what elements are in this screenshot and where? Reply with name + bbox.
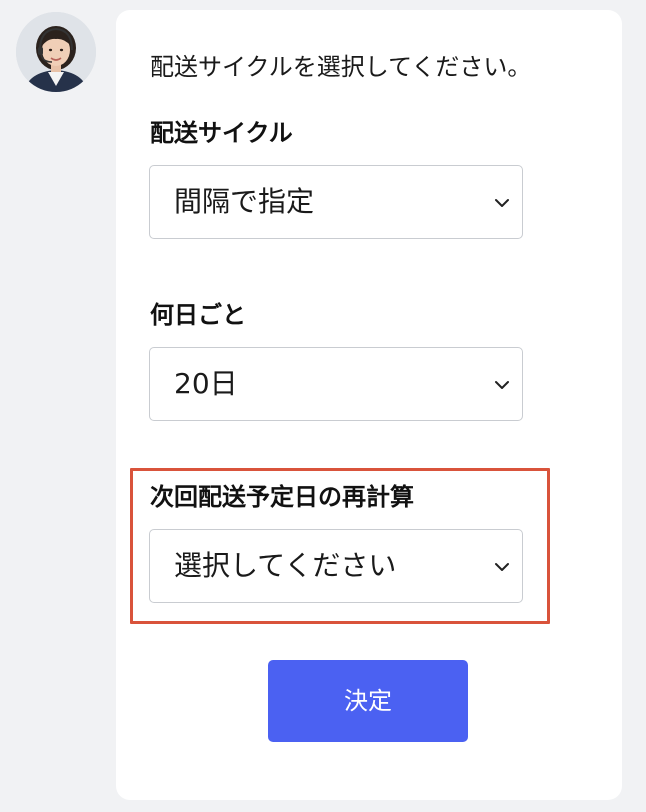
chevron-down-icon — [492, 557, 512, 577]
operator-avatar — [16, 12, 96, 92]
interval-label: 何日ごと — [150, 301, 246, 329]
cycle-select-value: 間隔で指定 — [174, 185, 315, 218]
operator-avatar-image — [16, 12, 96, 92]
chevron-down-icon — [492, 375, 512, 395]
interval-select-value: 20日 — [174, 367, 238, 400]
recalc-select-value: 選択してください — [174, 549, 397, 582]
chevron-down-icon — [492, 193, 512, 213]
chat-page: 配送サイクルを選択してください。 配送サイクル 間隔で指定 何日ごと 20日 次… — [0, 0, 646, 812]
cycle-select[interactable]: 間隔で指定 — [149, 165, 523, 239]
intro-message: 配送サイクルを選択してください。 — [150, 53, 532, 81]
interval-select[interactable]: 20日 — [149, 347, 523, 421]
cycle-label: 配送サイクル — [150, 119, 293, 147]
recalc-label: 次回配送予定日の再計算 — [150, 483, 414, 511]
submit-button[interactable]: 決定 — [268, 660, 468, 742]
recalc-select[interactable]: 選択してください — [149, 529, 523, 603]
